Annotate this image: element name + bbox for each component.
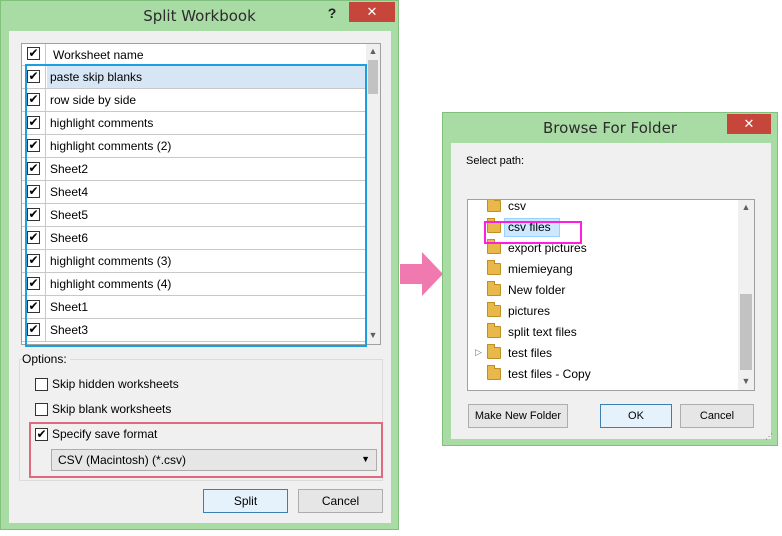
folder-label: test files [508, 346, 553, 360]
browse-dialog-body: Select path: csv csv files export pictures… [451, 143, 771, 439]
folder-label: pictures [508, 304, 551, 318]
worksheet-list-scrollbar[interactable]: ▲ ▼ [366, 44, 380, 344]
split-button[interactable]: Split [203, 489, 288, 513]
folder-label: split text files [508, 325, 577, 339]
folder-scroll-down-arrow-icon[interactable]: ▼ [738, 376, 754, 386]
sheet-selection-highlight [25, 64, 367, 347]
resize-grip-icon[interactable]: ⋰ [765, 432, 773, 441]
browse-dialog-close-button[interactable]: ✕ [727, 114, 771, 134]
skip-blank-label[interactable]: Skip blank worksheets [52, 402, 171, 416]
split-dialog-body: ✔ Worksheet name ✔ paste skip blanks ✔ row … [9, 31, 391, 523]
folder-item[interactable]: test files - Copy [468, 364, 738, 385]
browse-cancel-button[interactable]: Cancel [680, 404, 754, 428]
folder-item[interactable]: csv [468, 199, 738, 217]
save-format-highlight [29, 422, 383, 478]
ok-button[interactable]: OK [600, 404, 672, 428]
folder-item[interactable]: pictures [468, 301, 738, 322]
folder-label: miemieyang [508, 262, 573, 276]
expand-arrow-icon[interactable]: ▷ [475, 347, 482, 358]
scroll-up-arrow-icon[interactable]: ▲ [365, 46, 380, 56]
selected-folder-highlight [484, 221, 582, 244]
options-label: Options: [22, 352, 70, 366]
folder-icon [487, 365, 501, 380]
make-new-folder-button[interactable]: Make New Folder [468, 404, 568, 428]
folder-item[interactable]: New folder [468, 280, 738, 301]
skip-hidden-checkbox[interactable] [35, 378, 48, 391]
folder-tree-scrollbar[interactable]: ▲ ▼ [738, 200, 754, 390]
worksheet-list-header: ✔ Worksheet name [22, 44, 366, 66]
folder-label: csv [508, 199, 526, 213]
folder-item[interactable]: split text files [468, 322, 738, 343]
folder-icon [487, 323, 501, 338]
scroll-down-arrow-icon[interactable]: ▼ [365, 330, 380, 340]
select-path-label: Select path: [466, 155, 525, 167]
folder-icon [487, 344, 501, 359]
folder-icon [487, 281, 501, 296]
split-workbook-dialog: Split Workbook ? ✕ ✔ Worksheet name ✔ pas… [0, 0, 399, 530]
folder-icon [487, 260, 501, 275]
skip-hidden-label[interactable]: Skip hidden worksheets [52, 377, 179, 391]
folder-item[interactable]: ▷ test files [468, 343, 738, 364]
arrow-right-icon [400, 252, 443, 296]
split-cancel-button[interactable]: Cancel [298, 489, 383, 513]
select-all-checkbox[interactable]: ✔ [27, 47, 40, 60]
skip-blank-checkbox[interactable] [35, 403, 48, 416]
folder-icon [487, 302, 501, 317]
folder-label: test files - Copy [508, 367, 591, 381]
folder-scroll-up-arrow-icon[interactable]: ▲ [738, 202, 754, 212]
folder-icon [487, 200, 501, 212]
worksheet-scroll-thumb[interactable] [368, 60, 378, 94]
browse-folder-dialog: Browse For Folder ✕ Select path: csv csv … [442, 112, 778, 446]
help-button[interactable]: ? [321, 3, 343, 23]
folder-label: New folder [508, 283, 566, 297]
folder-item[interactable]: miemieyang [468, 259, 738, 280]
folder-scroll-thumb[interactable] [740, 294, 752, 370]
worksheet-name-header: Worksheet name [53, 48, 144, 62]
split-dialog-close-button[interactable]: ✕ [349, 2, 395, 22]
